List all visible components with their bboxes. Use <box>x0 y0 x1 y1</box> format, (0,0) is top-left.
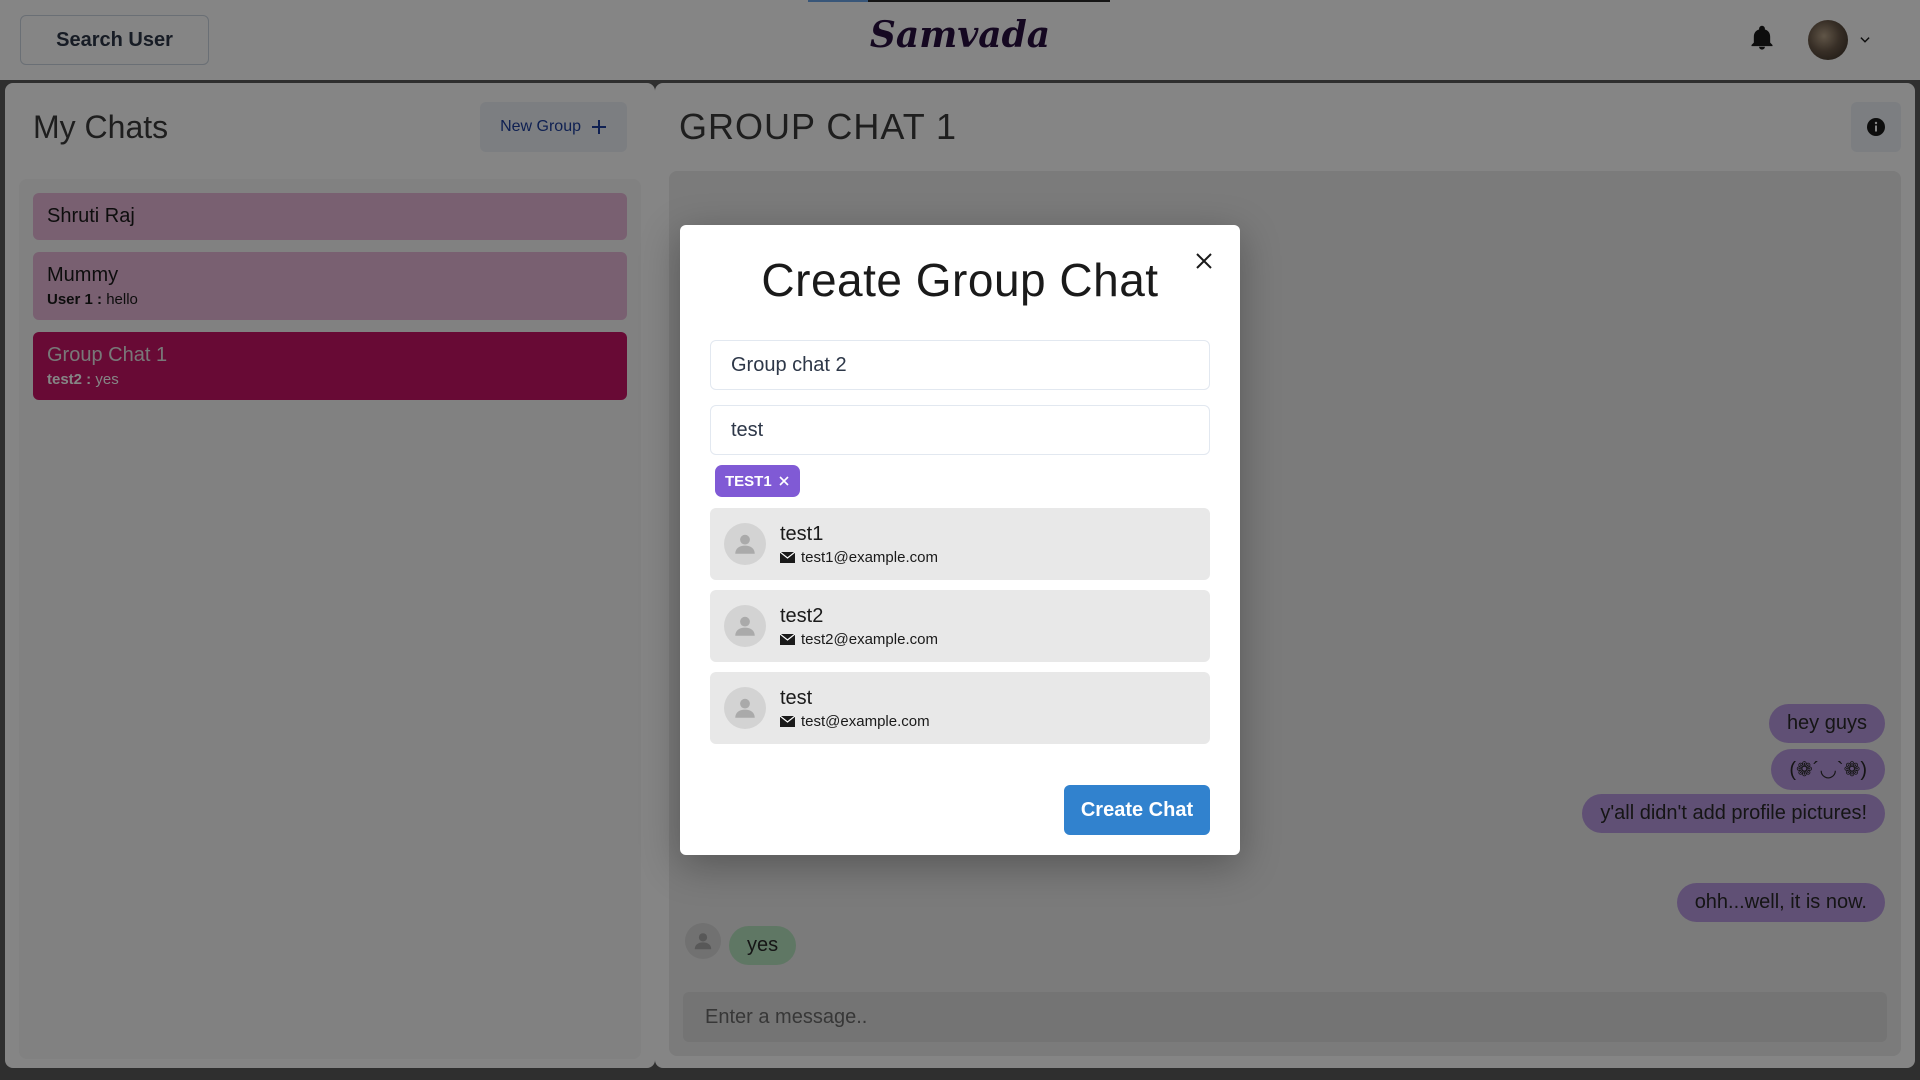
user-avatar <box>724 687 766 729</box>
email-text: test2@example.com <box>801 630 938 648</box>
user-avatar <box>724 605 766 647</box>
user-result-name: test1 <box>780 522 824 545</box>
tag-label: TEST1 <box>725 472 772 490</box>
user-avatar <box>724 523 766 565</box>
user-result-email: test@example.com <box>780 713 930 730</box>
user-result-email: test2@example.com <box>780 631 938 648</box>
user-icon <box>735 698 755 718</box>
user-icon <box>735 616 755 636</box>
close-button[interactable] <box>1186 243 1222 279</box>
user-result-item[interactable]: test2 test2@example.com <box>710 590 1210 662</box>
chat-name-input[interactable] <box>710 340 1210 390</box>
add-users-input[interactable] <box>710 405 1210 455</box>
user-result-name: test2 <box>780 604 824 627</box>
user-result-name: test <box>780 686 813 709</box>
close-icon <box>1196 253 1212 269</box>
email-text: test1@example.com <box>801 548 938 566</box>
create-chat-button[interactable]: Create Chat <box>1064 785 1210 835</box>
user-result-item[interactable]: test1 test1@example.com <box>710 508 1210 580</box>
mail-icon <box>780 633 795 645</box>
mail-icon <box>780 715 795 727</box>
selected-user-tag[interactable]: TEST1 <box>715 465 800 497</box>
email-text: test@example.com <box>801 712 930 730</box>
mail-icon <box>780 551 795 563</box>
user-icon <box>735 534 755 554</box>
create-group-modal: Create Group Chat TEST1 test1 test1@exam… <box>680 225 1240 855</box>
user-result-item[interactable]: test test@example.com <box>710 672 1210 744</box>
user-result-email: test1@example.com <box>780 549 938 566</box>
modal-title: Create Group Chat <box>761 254 1159 306</box>
tag-close-icon[interactable] <box>778 475 790 487</box>
